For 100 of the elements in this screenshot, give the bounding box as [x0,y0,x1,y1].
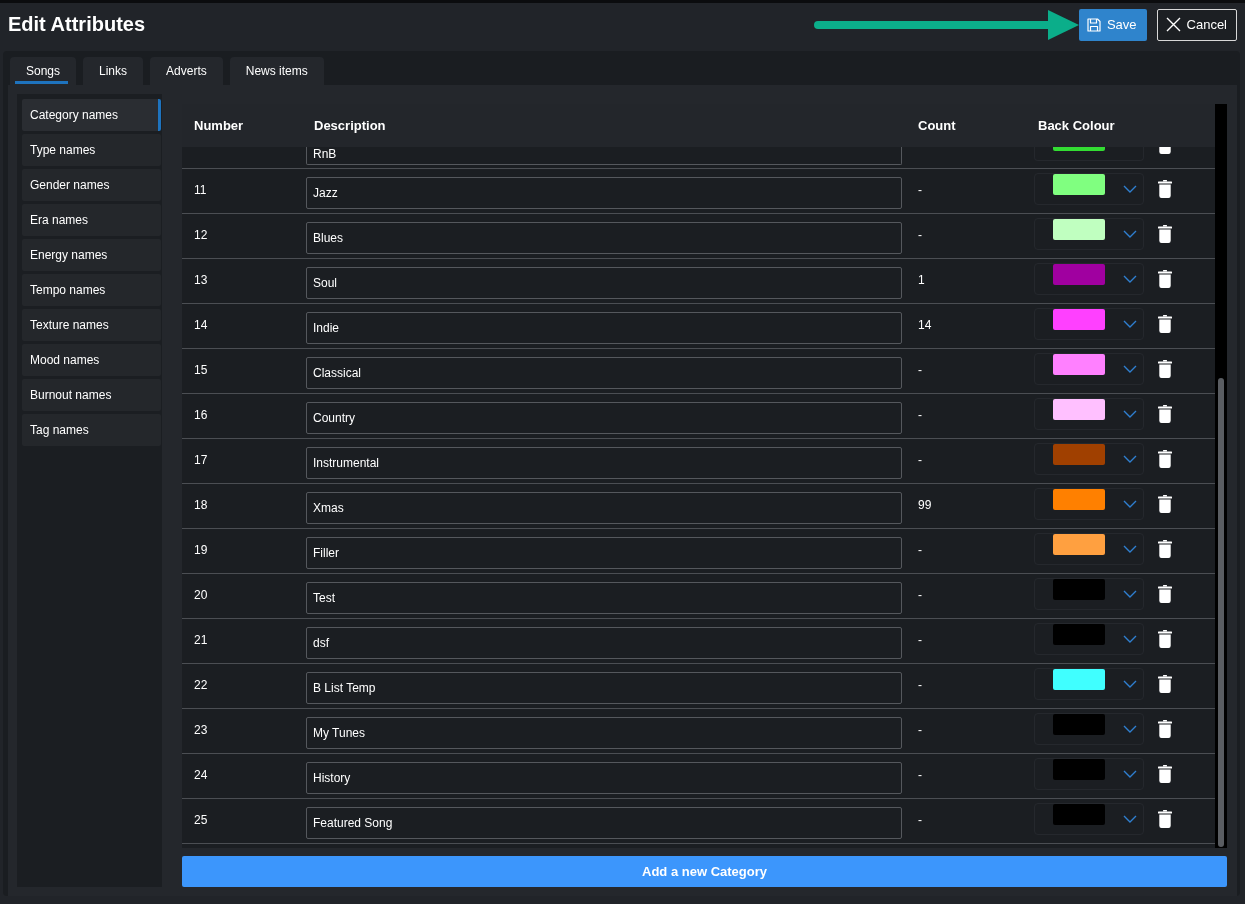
description-field[interactable]: Jazz [306,177,902,209]
description-field[interactable]: My Tunes [306,717,902,749]
description-field[interactable]: History [306,762,902,794]
description-field[interactable]: dsf [306,627,902,659]
count-value: - [918,363,922,377]
sidebar-item[interactable]: Burnout names [22,379,161,411]
description-field[interactable]: Soul [306,267,902,299]
trash-icon[interactable] [1158,540,1172,558]
description-field[interactable]: B List Temp [306,672,902,704]
trash-icon[interactable] [1158,450,1172,468]
row-number: 22 [194,678,208,692]
chevron-down-icon [1123,725,1137,733]
chevron-down-icon [1123,275,1137,283]
description-field[interactable]: Country [306,402,902,434]
row-number: 17 [194,453,208,467]
trash-icon[interactable] [1158,315,1172,333]
trash-icon[interactable] [1158,585,1172,603]
count-value: - [918,723,922,737]
row-number: 11 [194,183,207,197]
row-number: 13 [194,273,208,287]
row-number: 12 [194,228,208,242]
count-value: - [918,768,922,782]
chevron-down-icon [1123,680,1137,688]
chevron-down-icon [1123,410,1137,418]
row-number: 21 [194,633,208,647]
trash-icon[interactable] [1158,225,1172,243]
colour-picker[interactable] [1034,308,1144,340]
colour-picker[interactable] [1034,353,1144,385]
sidebar-item[interactable]: Era names [22,204,161,236]
description-field[interactable]: Filler [306,537,902,569]
colour-picker[interactable] [1034,218,1144,250]
count-value: - [918,408,922,422]
trash-icon[interactable] [1158,810,1172,828]
count-value: - [918,813,922,827]
sidebar-item[interactable]: Tempo names [22,274,161,306]
colour-picker[interactable] [1034,488,1144,520]
sidebar-item[interactable]: Texture names [22,309,161,341]
trash-icon[interactable] [1158,180,1172,198]
sidebar-item[interactable]: Type names [22,134,161,166]
sidebar-item[interactable]: Tag names [22,414,161,446]
chevron-down-icon [1123,230,1137,238]
chevron-down-icon [1123,770,1137,778]
colour-picker[interactable] [1034,668,1144,700]
description-field[interactable]: Xmas [306,492,902,524]
row-number: 15 [194,363,208,377]
chevron-down-icon [1123,635,1137,643]
count-value: - [918,588,922,602]
description-field[interactable]: Classical [306,357,902,389]
scrollbar-thumb[interactable] [1218,378,1224,847]
trash-icon[interactable] [1158,270,1172,288]
colour-picker[interactable] [1034,398,1144,430]
trash-icon[interactable] [1158,495,1172,513]
tab[interactable]: Songs [10,57,77,85]
description-field[interactable]: Test [306,582,902,614]
sidebar-item[interactable]: Mood names [22,344,161,376]
sidebar-item[interactable]: Energy names [22,239,161,271]
count-value: 1 [918,273,925,287]
chevron-down-icon [1123,455,1137,463]
colour-picker[interactable] [1034,147,1144,161]
close-icon [1165,17,1181,32]
sidebar-item[interactable]: Gender names [22,169,161,201]
description-field[interactable]: Featured Song [306,807,902,839]
row-number: 19 [194,543,208,557]
trash-icon[interactable] [1158,720,1172,738]
row-number: 16 [194,408,208,422]
chevron-down-icon [1123,590,1137,598]
scrollbar[interactable] [1215,104,1227,848]
count-value: 14 [918,318,932,332]
trash-icon[interactable] [1158,405,1172,423]
column-header: Number [194,118,244,133]
save-button[interactable]: Save [1078,8,1147,41]
count-value: - [918,633,922,647]
trash-icon[interactable] [1158,147,1172,154]
count-value: - [918,453,922,467]
description-field[interactable]: Indie [306,312,902,344]
sidebar-item[interactable]: Category names [22,99,161,131]
trash-icon[interactable] [1158,360,1172,378]
tab[interactable]: News items [229,57,324,85]
trash-icon[interactable] [1158,630,1172,648]
description-field[interactable]: RnB [306,147,902,165]
description-field[interactable]: Instrumental [306,447,902,479]
chevron-down-icon [1123,320,1137,328]
description-field[interactable]: Blues [306,222,902,254]
count-value: - [918,678,922,692]
cancel-button[interactable]: Cancel [1156,8,1237,41]
count-value: - [918,183,922,197]
count-value: - [918,543,922,557]
column-header: Back Colour [1038,118,1115,133]
chevron-down-icon [1123,545,1137,553]
trash-icon[interactable] [1158,765,1172,783]
row-number: 14 [194,318,208,332]
trash-icon[interactable] [1158,675,1172,693]
colour-picker[interactable] [1034,173,1144,205]
row-number: 20 [194,588,208,602]
window-title: Edit Attributes [8,13,146,36]
tab[interactable]: Links [83,57,144,85]
chevron-down-icon [1123,185,1137,193]
colour-picker[interactable] [1034,533,1144,565]
save-icon [1086,17,1101,32]
tab[interactable]: Adverts [150,57,223,85]
